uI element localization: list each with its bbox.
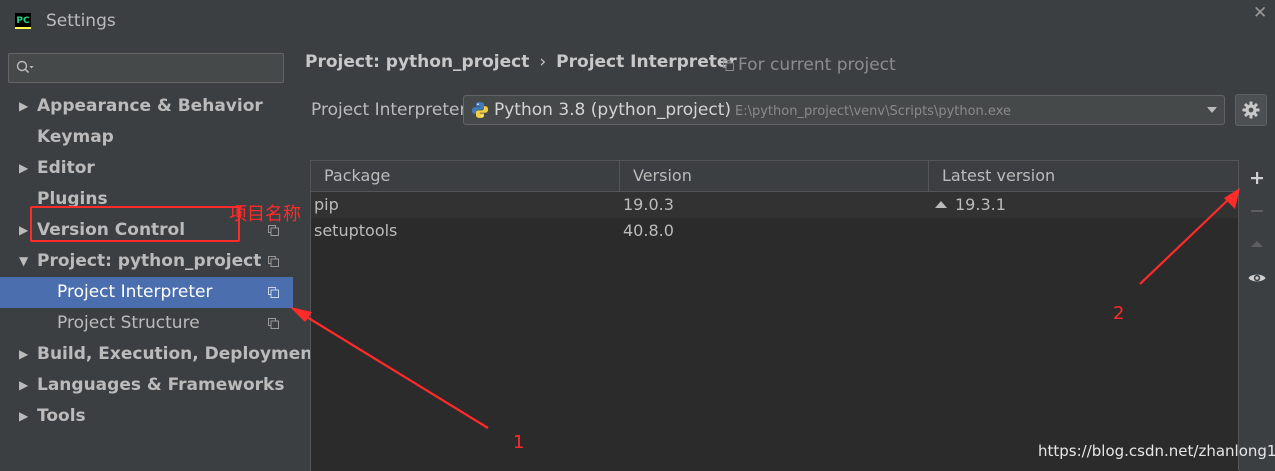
upgrade-package-button[interactable] — [1247, 234, 1267, 254]
package-version: 19.0.3 — [623, 195, 674, 214]
sidebar-item-project[interactable]: ▼ Project: python_project — [0, 246, 293, 277]
table-row[interactable]: setuptools 40.8.0 — [311, 218, 1239, 244]
watermark: https://blog.csdn.net/zhanlong11 — [1038, 442, 1275, 460]
sidebar-item-editor[interactable]: ▶ Editor — [0, 153, 293, 184]
breadcrumb: Project: python_project › Project Interpre… — [305, 52, 737, 72]
settings-search-input[interactable] — [8, 53, 284, 83]
close-icon[interactable]: ✕ — [1253, 3, 1267, 23]
sidebar-item-project-interpreter[interactable]: Project Interpreter — [0, 277, 293, 308]
breadcrumb-separator: › — [539, 52, 547, 72]
table-toolbar — [1238, 160, 1275, 470]
window-title: Settings — [46, 11, 116, 31]
expand-arrow-icon[interactable]: ▶ — [19, 91, 28, 122]
expand-arrow-icon[interactable]: ▶ — [19, 401, 28, 432]
column-header-latest-version[interactable]: Latest version — [929, 161, 1239, 191]
search-icon — [16, 60, 34, 74]
project-scope-icon — [268, 318, 279, 329]
interpreter-dropdown[interactable]: Python 3.8 (python_project) E:\python_pro… — [463, 95, 1225, 125]
sidebar-item-project-structure[interactable]: Project Structure — [0, 308, 293, 339]
package-name: pip — [314, 195, 339, 214]
chevron-down-icon[interactable] — [1207, 107, 1217, 113]
packages-table: Package Version Latest version pip 19.0.… — [310, 160, 1240, 471]
column-header-package[interactable]: Package — [311, 161, 620, 191]
title-bar: PC Settings ✕ — [0, 0, 1275, 42]
project-scope-icon — [268, 256, 279, 267]
settings-sidebar: ▶ Appearance & Behavior Keymap ▶ Editor … — [0, 42, 321, 470]
project-scope-icon — [268, 225, 279, 236]
sidebar-item-appearance-behavior[interactable]: ▶ Appearance & Behavior — [0, 91, 293, 122]
table-header: Package Version Latest version — [311, 161, 1239, 192]
expand-arrow-icon[interactable]: ▶ — [19, 215, 28, 246]
add-package-button[interactable] — [1247, 168, 1267, 188]
interpreter-label: Project Interpreter: — [311, 100, 472, 120]
project-scope-icon — [268, 287, 279, 298]
expand-arrow-icon[interactable]: ▶ — [19, 339, 28, 370]
interpreter-path: E:\python_project\venv\Scripts\python.ex… — [735, 104, 1011, 119]
annotation-marker-1: 1 — [513, 432, 525, 453]
breadcrumb-page: Project Interpreter — [556, 52, 737, 72]
project-scope-icon — [723, 60, 734, 71]
interpreter-settings-button[interactable] — [1235, 94, 1267, 126]
gear-icon — [1242, 101, 1260, 119]
breadcrumb-project[interactable]: Project: python_project — [305, 52, 529, 72]
show-early-releases-eye-icon[interactable] — [1247, 268, 1267, 288]
sidebar-item-languages-frameworks[interactable]: ▶ Languages & Frameworks — [0, 370, 293, 401]
scope-note: For current project — [723, 55, 896, 75]
sidebar-item-keymap[interactable]: Keymap — [0, 122, 293, 153]
python-icon — [472, 102, 488, 118]
sidebar-item-build-execution-deployment[interactable]: ▶ Build, Execution, Deployment — [0, 339, 321, 370]
pycharm-logo-icon: PC — [15, 13, 31, 29]
interpreter-name: Python 3.8 (python_project) — [494, 100, 732, 120]
annotation-highlight-box — [30, 206, 240, 242]
upgrade-available-icon — [935, 201, 947, 208]
remove-package-button[interactable] — [1247, 201, 1267, 221]
expand-arrow-icon[interactable]: ▶ — [19, 153, 28, 184]
main-panel: Project: python_project › Project Interpre… — [293, 42, 1275, 471]
annotation-project-name: 项目名称 — [229, 204, 301, 225]
collapse-arrow-icon[interactable]: ▼ — [19, 246, 28, 277]
table-row[interactable]: pip 19.0.3 19.3.1 — [311, 192, 1239, 218]
package-latest-version: 19.3.1 — [955, 195, 1006, 214]
column-header-version[interactable]: Version — [620, 161, 929, 191]
sidebar-item-tools[interactable]: ▶ Tools — [0, 401, 293, 432]
package-name: setuptools — [314, 221, 398, 240]
package-version: 40.8.0 — [623, 221, 674, 240]
annotation-marker-2: 2 — [1113, 303, 1125, 324]
expand-arrow-icon[interactable]: ▶ — [19, 370, 28, 401]
